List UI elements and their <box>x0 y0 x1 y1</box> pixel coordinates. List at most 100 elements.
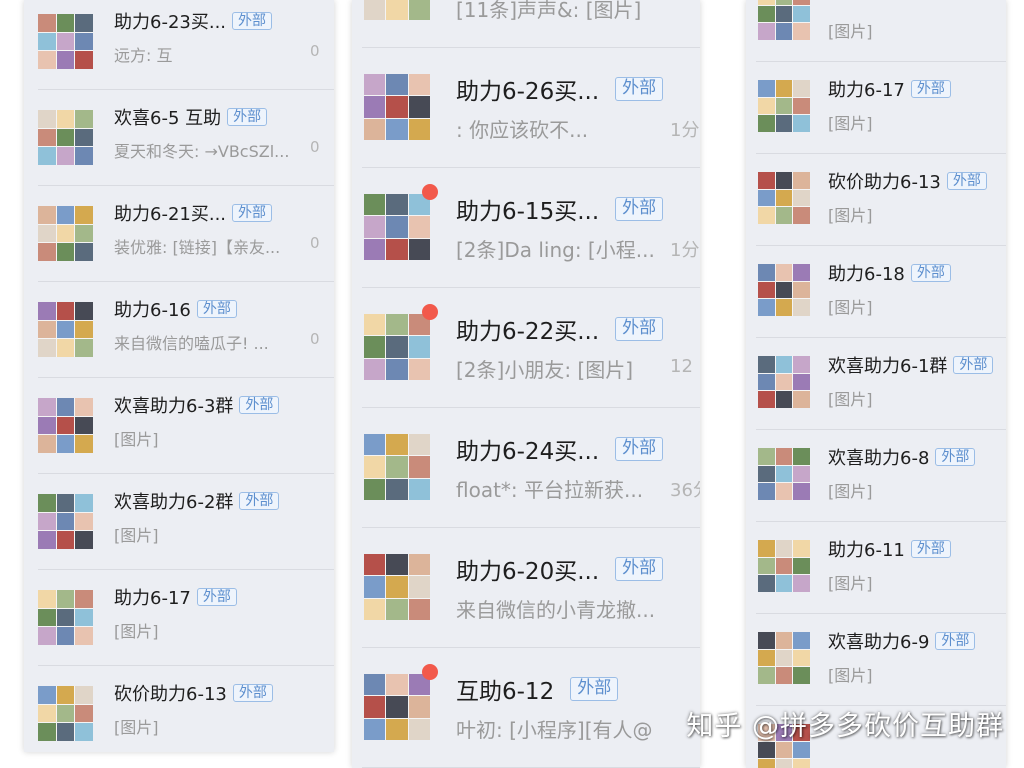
chat-list-item[interactable]: 欢喜助力6-2群 外部 [图片] <box>24 474 334 570</box>
group-avatar <box>38 686 93 741</box>
chat-list-item[interactable]: [图片] <box>746 0 1006 62</box>
chat-title: 砍价助力6-13 <box>828 172 941 193</box>
external-tag: 外部 <box>615 77 664 101</box>
chat-title: 欢喜助力6-9 <box>828 632 930 653</box>
last-message-preview: [图片] <box>114 526 159 545</box>
chat-list-item[interactable]: 助力6-15买... 外部 [2条]Da ling: [小程... 1分 <box>352 168 700 288</box>
chat-list-item[interactable]: 助力6-18 外部 [图片] <box>746 246 1006 338</box>
chat-list-item[interactable]: 欢喜助力6-3群 外部 [图片] <box>24 378 334 474</box>
chat-title: 助力6-15买... <box>456 199 600 225</box>
chat-title-row: 助力6-22买... 外部 <box>456 312 664 346</box>
chat-list-item[interactable]: 砍价助力6-13 外部 [图片] <box>746 154 1006 246</box>
chat-title-row: 欢喜助力6-2群 外部 <box>114 488 280 514</box>
group-avatar <box>758 356 810 408</box>
last-message-preview: [图片] <box>828 574 873 593</box>
external-tag: 外部 <box>615 557 664 581</box>
last-message-preview: [图片] <box>828 22 873 41</box>
external-tag: 外部 <box>615 437 664 461</box>
external-tag: 外部 <box>232 683 273 703</box>
chat-list-item[interactable]: 助力6-22买... 外部 [2条]小朋友: [图片] 12 <box>352 288 700 408</box>
group-avatar <box>758 0 810 40</box>
chat-title-row: 欢喜助力6-8 外部 <box>828 444 976 470</box>
external-tag: 外部 <box>946 171 987 191</box>
last-message-preview: [11条]声声&: [图片] <box>456 0 642 22</box>
chat-title-row: 助力6-15买... 外部 <box>456 192 664 226</box>
chat-list-item[interactable]: 助力6-23买... 外部 远方: 互 0 <box>24 0 334 90</box>
chat-list-item[interactable]: 助力6-16 外部 来自微信的嗑瓜子! ... 0 <box>24 282 334 378</box>
external-tag: 外部 <box>570 677 619 701</box>
external-tag: 外部 <box>910 79 951 99</box>
group-avatar <box>38 494 93 549</box>
chat-list-item[interactable]: 助力6-17 外部 [图片] <box>746 62 1006 154</box>
group-avatar <box>364 314 430 380</box>
last-message-preview: [图片] <box>828 298 873 317</box>
chat-title: 助力6-24买... <box>456 439 600 465</box>
chat-list-item[interactable]: 助力6-24买... 外部 float*: 平台拉新获... 36分 <box>352 408 700 528</box>
chat-list-panel-middle: [11条]声声&: [图片] 助力6-26买... 外部: 你应该砍不... 1分 助力… <box>352 0 700 768</box>
chat-title: 助力6-17 <box>114 588 191 609</box>
external-tag: 外部 <box>935 631 976 651</box>
last-message-preview: [图片] <box>828 114 873 133</box>
chat-list-item[interactable]: 助力6-17 外部 [图片] <box>24 570 334 666</box>
last-message-preview: [图片] <box>114 430 159 449</box>
chat-title: 助力6-21买... <box>114 204 227 225</box>
chat-title-row: 欢喜助力6-3群 外部 <box>114 392 280 418</box>
group-avatar <box>38 302 93 357</box>
chat-list-item[interactable]: 助力6-21买... 外部 装优雅: [链接]【亲友... 0 <box>24 186 334 282</box>
chat-list-item[interactable]: 助力6-20买... 外部 来自微信的小青龙撤... <box>352 528 700 648</box>
group-avatar <box>758 172 810 224</box>
chat-title: 欢喜6-5 互助 <box>114 108 222 129</box>
chat-list-item[interactable]: 互助6-12 外部 叶初: [小程序][有人@ <box>352 648 700 768</box>
group-avatar <box>38 206 93 261</box>
last-message-preview: [图片] <box>828 482 873 501</box>
external-tag: 外部 <box>196 299 237 319</box>
chat-title-row: 助力6-17 外部 <box>114 584 237 610</box>
chat-title: 欢喜助力6-3群 <box>114 396 234 417</box>
last-message-preview: : 你应该砍不... <box>456 118 589 142</box>
chat-list-panel-left: 助力6-23买... 外部 远方: 互 0 欢喜6-5 互助 外部 夏天和冬天: →VBcS… <box>24 0 334 752</box>
last-message-preview: [2条]小朋友: [图片] <box>456 358 634 382</box>
external-tag: 外部 <box>227 107 268 127</box>
chat-title-row: 助力6-11 外部 <box>828 536 951 562</box>
message-time: 36分 <box>670 480 700 501</box>
group-avatar <box>364 674 430 740</box>
chat-list-item[interactable]: 欢喜6-5 互助 外部 夏天和冬天: →VBcSZl... 0 <box>24 90 334 186</box>
chat-list-item[interactable]: 砍价助力6-13 外部 [图片] <box>24 666 334 752</box>
last-message-preview: [图片] <box>114 718 159 737</box>
message-time: 0 <box>310 42 320 60</box>
chat-list-item[interactable]: 助力6-26买... 外部: 你应该砍不... 1分 <box>352 48 700 168</box>
chat-list-item[interactable]: 欢喜助力6-8 外部 [图片] <box>746 430 1006 522</box>
group-avatar <box>364 0 430 20</box>
chat-title-row: 欢喜6-5 互助 外部 <box>114 104 268 130</box>
chat-title: 助力6-26买... <box>456 79 600 105</box>
message-time: 0 <box>310 330 320 348</box>
external-tag: 外部 <box>239 395 280 415</box>
external-tag: 外部 <box>196 587 237 607</box>
chat-list-item[interactable]: 欢喜助力6-1群 外部 [图片] <box>746 338 1006 430</box>
group-avatar <box>758 632 810 684</box>
external-tag: 外部 <box>232 11 273 31</box>
group-avatar <box>758 264 810 316</box>
watermark: 知乎 @拼多多砍价互助群 <box>686 711 1004 742</box>
chat-title: 砍价助力6-13 <box>114 684 227 705</box>
chat-list-item[interactable]: 欢喜助力6-9 外部 [图片] <box>746 614 1006 706</box>
external-tag: 外部 <box>910 539 951 559</box>
chat-title: 欢喜助力6-8 <box>828 448 930 469</box>
chat-title: 助力6-16 <box>114 300 191 321</box>
last-message-preview: 来自微信的小青龙撤... <box>456 598 656 622</box>
chat-title: 助力6-17 <box>828 80 905 101</box>
chat-title-row: 助力6-26买... 外部 <box>456 72 664 106</box>
external-tag: 外部 <box>615 197 664 221</box>
chat-title-row: 欢喜助力6-1群 外部 <box>828 352 994 378</box>
chat-title-row: 砍价助力6-13 外部 <box>114 680 273 706</box>
unread-dot <box>422 184 438 200</box>
chat-title-row: 砍价助力6-13 外部 <box>828 168 987 194</box>
external-tag: 外部 <box>239 491 280 511</box>
unread-dot <box>422 304 438 320</box>
group-avatar <box>38 590 93 645</box>
last-message-preview: 装优雅: [链接]【亲友... <box>114 238 281 257</box>
group-avatar <box>38 110 93 165</box>
chat-list-item[interactable]: [11条]声声&: [图片] <box>352 0 700 48</box>
chat-list-item[interactable]: 助力6-11 外部 [图片] <box>746 522 1006 614</box>
message-time: 0 <box>310 138 320 156</box>
